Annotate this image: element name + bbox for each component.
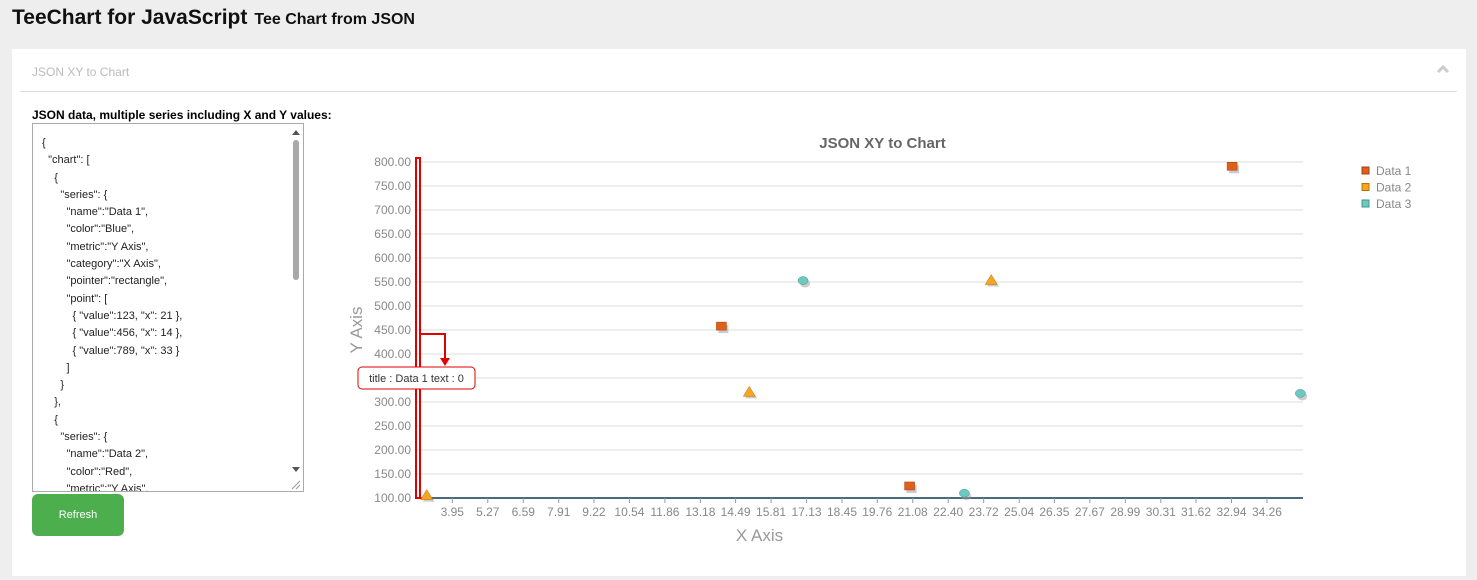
selection-bar-highlight — [415, 157, 421, 499]
x-tick-label: 3.95 — [441, 505, 465, 519]
y-tick-label: 400.00 — [374, 347, 411, 361]
y-tick-label: 800.00 — [374, 155, 411, 169]
legend-label: Data 1 — [1376, 164, 1412, 178]
data-point — [797, 276, 809, 285]
y-tick-label: 700.00 — [374, 203, 411, 217]
x-tick-label: 11.86 — [650, 505, 679, 519]
data-point — [420, 489, 434, 500]
x-tick-label: 34.26 — [1252, 505, 1282, 519]
x-tick-label: 23.72 — [969, 505, 999, 519]
x-tick-label: 18.45 — [827, 505, 857, 519]
x-tick-label: 28.99 — [1110, 505, 1140, 519]
y-tick-label: 550.00 — [374, 275, 411, 289]
data-point — [959, 488, 970, 498]
y-tick-label: 200.00 — [374, 443, 411, 457]
y-tick-label: 100.00 — [374, 491, 411, 505]
x-tick-label: 9.22 — [582, 505, 606, 519]
x-tick-label: 7.91 — [547, 505, 571, 519]
tooltip-arrow-head — [440, 358, 450, 366]
x-tick-label: 26.35 — [1039, 505, 1069, 519]
chart-canvas: JSON XY to Chart 100.00 150.00 200.00 250.00… — [347, 135, 1412, 545]
y-axis-title: Y Axis — [347, 307, 366, 354]
data-point — [1295, 389, 1306, 398]
x-tick-label: 31.62 — [1181, 505, 1211, 519]
y-tick-label: 250.00 — [374, 419, 411, 433]
x-tick-label: 19.76 — [862, 505, 892, 519]
data-point — [716, 321, 727, 331]
legend-label: Data 3 — [1376, 197, 1412, 211]
legend-swatch — [1361, 166, 1370, 175]
y-tick-label: 750.00 — [374, 179, 411, 193]
data-point — [1226, 162, 1238, 171]
data-point — [904, 481, 915, 491]
data-point — [984, 274, 998, 285]
y-tick-label: 500.00 — [374, 299, 411, 313]
x-tick-label: 17.13 — [792, 505, 822, 519]
y-tick-label: 150.00 — [374, 467, 411, 481]
y-tick-label: 600.00 — [374, 251, 411, 265]
legend-swatch — [1361, 183, 1370, 191]
x-tick-label: 22.40 — [933, 505, 963, 519]
legend-swatch — [1361, 199, 1370, 208]
data-point — [742, 385, 756, 397]
x-axis-title: X Axis — [736, 526, 783, 545]
x-tick-label: 25.04 — [1004, 505, 1034, 519]
x-tick-label: 14.49 — [721, 505, 751, 519]
x-tick-label: 32.94 — [1216, 505, 1246, 519]
x-tick-label: 21.08 — [898, 505, 928, 519]
x-tick-label: 30.31 — [1146, 505, 1176, 519]
x-tick-label: 27.67 — [1075, 505, 1105, 519]
x-tick-label: 10.54 — [614, 505, 644, 519]
y-tick-label: 300.00 — [374, 395, 411, 409]
x-tick-label: 6.59 — [512, 505, 536, 519]
y-tick-label: 650.00 — [374, 227, 411, 241]
chart-title: JSON XY to Chart — [819, 135, 945, 152]
x-tick-label: 15.81 — [756, 505, 786, 519]
y-tick-label: 450.00 — [374, 323, 411, 337]
tooltip-text: title : Data 1 text : 0 — [369, 373, 464, 385]
x-tick-label: 13.18 — [685, 505, 715, 519]
legend-label: Data 2 — [1376, 181, 1412, 195]
tooltip-arrow-line — [419, 333, 446, 360]
x-tick-label: 5.27 — [476, 505, 500, 519]
